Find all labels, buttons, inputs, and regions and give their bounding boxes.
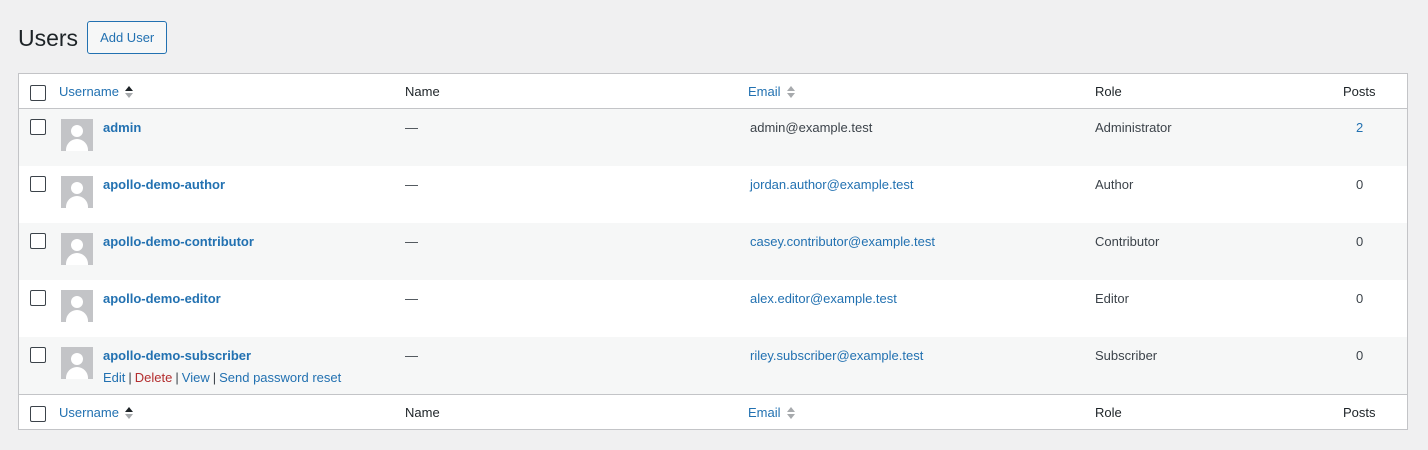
- sort-icon: [124, 406, 133, 419]
- username-link[interactable]: apollo-demo-contributor: [103, 234, 254, 249]
- avatar: [61, 290, 93, 322]
- email-cell: admin@example.test: [750, 120, 873, 135]
- send-password-reset-link[interactable]: Send password reset: [219, 370, 341, 385]
- column-posts-label: Posts: [1343, 405, 1376, 420]
- page-header: Users Add User: [18, 21, 168, 54]
- table-row: apollo-demo-author — jordan.author@example…: [19, 166, 1407, 223]
- posts-count: 0: [1356, 348, 1364, 363]
- posts-count: 0: [1356, 177, 1364, 192]
- page-title: Users: [18, 24, 79, 51]
- table-row: apollo-demo-editor — alex.editor@example.t…: [19, 280, 1407, 337]
- sort-icon: [786, 406, 795, 419]
- row-checkbox[interactable]: [30, 119, 46, 135]
- avatar: [61, 347, 93, 379]
- user-rows: admin — admin@example.test Administrator 2 ap…: [19, 109, 1407, 394]
- table-row: apollo-demo-subscriber — riley.subscriber@…: [19, 337, 1407, 394]
- column-email-label: Email: [748, 405, 781, 420]
- sort-email-link[interactable]: Email: [748, 84, 795, 99]
- delete-link[interactable]: Delete: [135, 370, 173, 385]
- table-row: admin — admin@example.test Administrator 2: [19, 109, 1407, 166]
- role-cell: Author: [1095, 177, 1134, 192]
- add-user-button[interactable]: Add User: [87, 21, 168, 54]
- separator: |: [175, 370, 179, 385]
- role-cell: Administrator: [1095, 120, 1172, 135]
- edit-link[interactable]: Edit: [103, 370, 125, 385]
- select-all-checkbox-footer[interactable]: [30, 406, 46, 422]
- posts-count: 0: [1356, 234, 1364, 249]
- sort-email-link-footer[interactable]: Email: [748, 405, 795, 420]
- view-link[interactable]: View: [182, 370, 210, 385]
- username-link[interactable]: apollo-demo-editor: [103, 291, 221, 306]
- column-name-label: Name: [405, 405, 440, 420]
- sort-icon: [786, 85, 795, 98]
- column-username-label: Username: [59, 405, 119, 420]
- column-name-label: Name: [405, 84, 440, 99]
- avatar: [61, 233, 93, 265]
- separator: |: [128, 370, 132, 385]
- email-link[interactable]: riley.subscriber@example.test: [750, 348, 923, 363]
- posts-count-link[interactable]: 2: [1356, 120, 1363, 135]
- avatar: [61, 119, 93, 151]
- role-cell: Contributor: [1095, 234, 1160, 249]
- name-cell: —: [405, 291, 418, 306]
- column-role-label: Role: [1095, 84, 1122, 99]
- column-email-label: Email: [748, 84, 781, 99]
- users-table: Username Name Email Role Posts admin — adm…: [18, 73, 1408, 430]
- column-username-label: Username: [59, 84, 119, 99]
- username-link[interactable]: apollo-demo-subscriber: [103, 348, 251, 363]
- table-header-row: Username Name Email Role Posts: [19, 74, 1407, 109]
- username-link[interactable]: admin: [103, 120, 141, 135]
- select-all-checkbox[interactable]: [30, 85, 46, 101]
- email-link[interactable]: jordan.author@example.test: [750, 177, 914, 192]
- row-checkbox[interactable]: [30, 233, 46, 249]
- role-cell: Subscriber: [1095, 348, 1158, 363]
- username-link[interactable]: apollo-demo-author: [103, 177, 225, 192]
- sort-username-link[interactable]: Username: [59, 84, 133, 99]
- email-link[interactable]: alex.editor@example.test: [750, 291, 897, 306]
- row-checkbox[interactable]: [30, 290, 46, 306]
- table-row: apollo-demo-contributor — casey.contributo…: [19, 223, 1407, 280]
- avatar: [61, 176, 93, 208]
- role-cell: Editor: [1095, 291, 1129, 306]
- row-actions: Edit | Delete | View | Send password reset: [103, 370, 341, 385]
- name-cell: —: [405, 120, 418, 135]
- sort-username-link-footer[interactable]: Username: [59, 405, 133, 420]
- name-cell: —: [405, 177, 418, 192]
- name-cell: —: [405, 348, 418, 363]
- posts-count: 0: [1356, 291, 1364, 306]
- email-link[interactable]: casey.contributor@example.test: [750, 234, 935, 249]
- row-checkbox[interactable]: [30, 347, 46, 363]
- column-role-label: Role: [1095, 405, 1122, 420]
- table-footer-row: Username Name Email Role Posts: [19, 394, 1407, 429]
- column-posts-label: Posts: [1343, 84, 1376, 99]
- separator: |: [212, 370, 217, 385]
- row-checkbox[interactable]: [30, 176, 46, 192]
- name-cell: —: [405, 234, 418, 249]
- sort-icon: [124, 85, 133, 98]
